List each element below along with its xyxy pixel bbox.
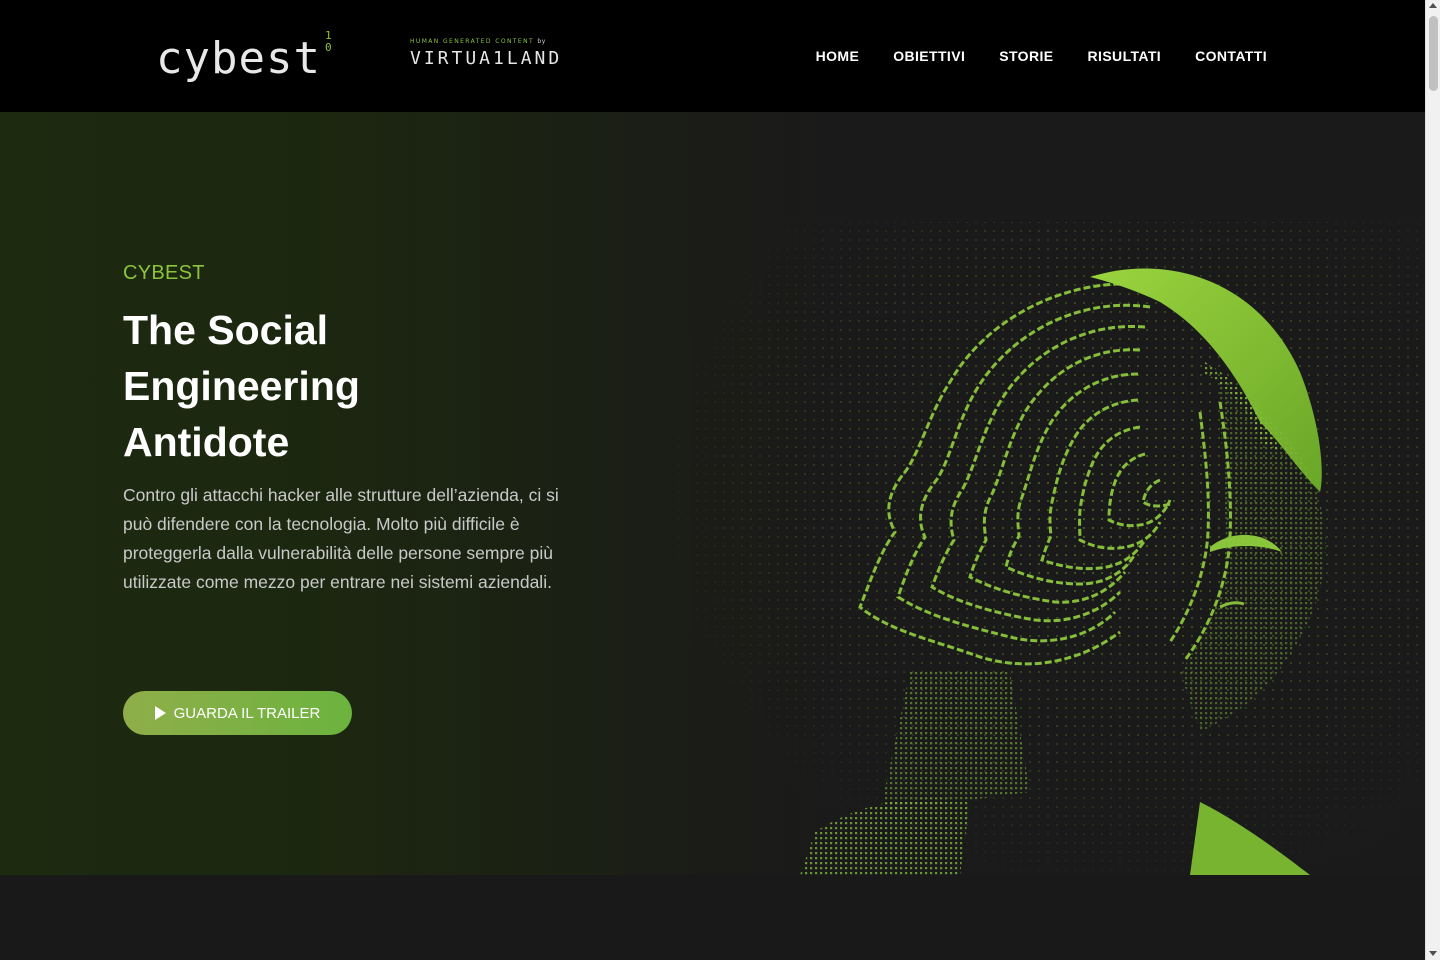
site-header: cybest 1 0 HUMAN GENERATED CONTENT by VI…: [0, 0, 1425, 112]
hero-section: CYBEST The Social Engineering Antidote C…: [0, 112, 1425, 875]
main-nav: HOME OBIETTIVI STORIE RISULTATI CONTATTI: [782, 45, 1267, 67]
logo-binary-mark: 1 0: [325, 30, 332, 54]
watch-trailer-label: GUARDA IL TRAILER: [173, 704, 321, 722]
partner-tagline-text: HUMAN GENERATED CONTENT: [410, 38, 535, 45]
watch-trailer-button[interactable]: GUARDA IL TRAILER: [123, 691, 352, 735]
hero-title-line-2: Engineering: [123, 363, 360, 409]
hero-eyebrow: CYBEST: [123, 262, 205, 284]
scroll-down-arrow-icon[interactable]: [1429, 951, 1437, 956]
nav-storie[interactable]: STORIE: [999, 45, 1053, 67]
hero-title-line-1: The Social: [123, 307, 329, 353]
nav-obiettivi[interactable]: OBIETTIVI: [893, 45, 965, 67]
logo-bit-0: 0: [324, 41, 332, 54]
nav-contatti[interactable]: CONTATTI: [1195, 45, 1267, 67]
hero-title: The Social Engineering Antidote: [123, 302, 483, 470]
hero-title-line-3: Antidote: [123, 419, 290, 465]
page: cybest 1 0 HUMAN GENERATED CONTENT by VI…: [0, 0, 1425, 960]
partner-name: VIRTUA1LAND: [410, 48, 563, 69]
cybest-logo[interactable]: cybest 1 0: [156, 30, 332, 86]
hero-description: Contro gli attacchi hacker alle struttur…: [123, 485, 559, 592]
partner-tagline: HUMAN GENERATED CONTENT by: [410, 38, 570, 45]
nav-risultati[interactable]: RISULTATI: [1088, 45, 1162, 67]
scroll-up-arrow-icon[interactable]: [1429, 3, 1437, 8]
partner-by: by: [537, 38, 546, 45]
digital-head-illustration: [620, 222, 1425, 875]
nav-home[interactable]: HOME: [816, 45, 860, 67]
partner-logo[interactable]: HUMAN GENERATED CONTENT by VIRTUA1LAND: [410, 38, 570, 69]
page-scrollbar[interactable]: [1425, 0, 1440, 960]
scrollbar-thumb[interactable]: [1429, 16, 1438, 91]
logo-wordmark: cybest: [156, 33, 321, 84]
play-icon: [154, 706, 166, 720]
next-section: [0, 875, 1425, 960]
